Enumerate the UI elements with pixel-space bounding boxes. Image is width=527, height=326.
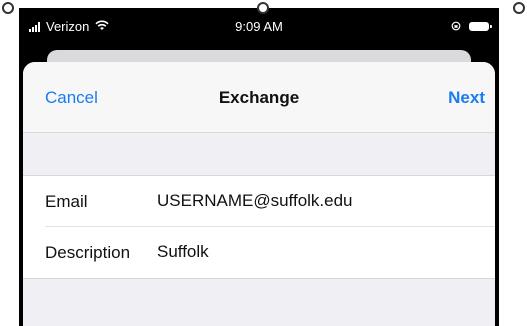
battery-icon: [469, 22, 492, 31]
selection-handle[interactable]: [257, 2, 269, 14]
email-row[interactable]: Email: [23, 176, 495, 227]
description-label: Description: [45, 243, 131, 262]
description-field[interactable]: [157, 241, 477, 263]
page-title: Exchange: [218, 88, 300, 107]
status-right: [451, 19, 492, 34]
navigation-bar: Cancel Exchange Next: [23, 62, 495, 133]
email-field[interactable]: [157, 190, 477, 212]
phone-screen: Verizon 9:09 AM Cancel Exchange Next Ema…: [19, 8, 499, 326]
next-button[interactable]: Next: [448, 88, 485, 108]
account-form: Email Description: [23, 175, 495, 279]
selection-handle[interactable]: [2, 2, 14, 14]
exchange-sheet: Cancel Exchange Next Email Description: [23, 62, 495, 326]
selection-handle[interactable]: [513, 2, 525, 14]
description-row[interactable]: Description: [23, 227, 495, 278]
email-label: Email: [45, 192, 88, 211]
orientation-lock-icon: [451, 19, 461, 34]
status-time: 9:09 AM: [235, 19, 283, 34]
status-bar: Verizon 9:09 AM: [19, 8, 499, 48]
